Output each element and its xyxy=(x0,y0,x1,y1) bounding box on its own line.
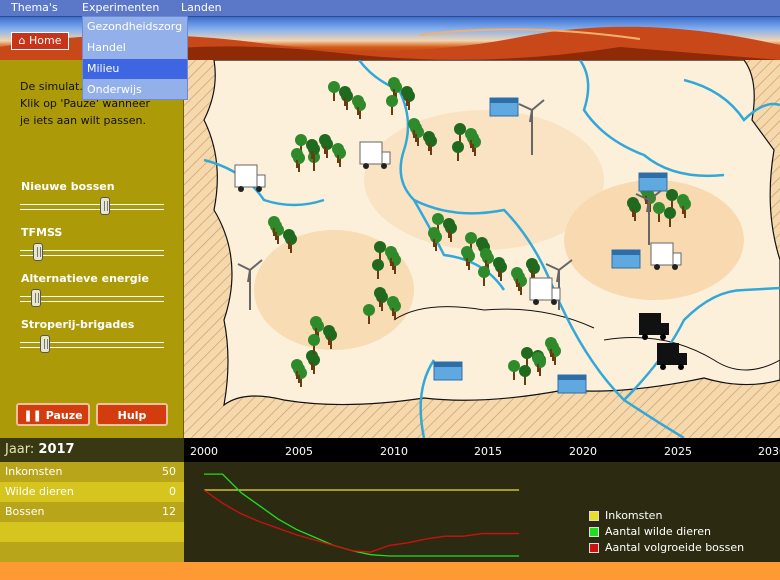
menu-bar: Thema's Experimenten Landen xyxy=(0,0,780,17)
slider-tfmss[interactable] xyxy=(20,243,164,261)
series-line xyxy=(204,473,520,557)
slider-alternatieve-energie[interactable] xyxy=(20,289,164,307)
stat-label: Bossen xyxy=(5,505,45,518)
building-icon xyxy=(611,249,641,269)
stat-value: 0 xyxy=(169,485,176,498)
footer-strip xyxy=(0,562,780,580)
slider-stroperij-brigades[interactable] xyxy=(20,335,164,353)
pause-button[interactable]: ❚❚ Pauze xyxy=(16,403,90,426)
pause-icon: ❚❚ xyxy=(23,409,42,422)
stats-panel: Jaar: 2017 Inkomsten 50 Wilde dieren 0 B… xyxy=(0,438,184,562)
building-icon xyxy=(489,97,519,117)
slider-label-nieuwe-bossen: Nieuwe bossen xyxy=(21,180,115,193)
legend-text: Inkomsten xyxy=(605,509,663,522)
home-label: Home xyxy=(29,34,62,47)
legend-swatch xyxy=(589,527,599,537)
home-button[interactable]: ⌂ Home xyxy=(11,32,69,50)
slider-nieuwe-bossen[interactable] xyxy=(20,197,164,215)
year-display: Jaar: 2017 xyxy=(0,438,184,462)
history-graph: Inkomsten Aantal wilde dieren Aantal vol… xyxy=(184,462,780,562)
stat-row-wilde-dieren: Wilde dieren 0 xyxy=(0,482,184,502)
slider-thumb[interactable] xyxy=(30,289,41,307)
stat-row-empty xyxy=(0,522,184,542)
help-button[interactable]: Hulp xyxy=(96,403,168,426)
timeline-tick: 2020 xyxy=(569,445,597,458)
slider-label-tfmss: TFMSS xyxy=(21,226,63,239)
dropdown-item-gezondheidszorg[interactable]: Gezondheidszorg xyxy=(83,17,187,37)
experimenten-dropdown: Gezondheidszorg Handel Milieu Onderwijs xyxy=(82,16,188,100)
menu-themas[interactable]: Thema's xyxy=(11,1,58,14)
legend-text: Aantal volgroeide bossen xyxy=(605,541,745,554)
building-icon xyxy=(638,172,668,192)
building-icon xyxy=(433,361,463,381)
menu-experimenten[interactable]: Experimenten xyxy=(82,1,159,14)
legend-swatch xyxy=(589,543,599,553)
timeline-tick: 2030 xyxy=(758,445,780,458)
building-icon xyxy=(557,374,587,394)
timeline-tick: 2000 xyxy=(190,445,218,458)
slider-thumb[interactable] xyxy=(33,243,44,261)
environment-map xyxy=(184,60,780,438)
slider-thumb[interactable] xyxy=(40,335,51,353)
timeline-tick: 2005 xyxy=(285,445,313,458)
control-panel: De simulat... Klik op 'Pauze' wanneer je… xyxy=(0,60,184,438)
stat-row-empty xyxy=(0,542,184,562)
slider-label-alternatieve-energie: Alternatieve energie xyxy=(21,272,149,285)
stat-row-bossen: Bossen 12 xyxy=(0,502,184,522)
slider-label-stroperij-brigades: Stroperij-brigades xyxy=(21,318,135,331)
intro-line: je iets aan wilt passen. xyxy=(20,114,146,127)
legend-text: Aantal wilde dieren xyxy=(605,525,712,538)
house-icon: ⌂ xyxy=(18,34,26,47)
stat-value: 12 xyxy=(162,505,176,518)
timeline-tick: 2015 xyxy=(474,445,502,458)
menu-landen[interactable]: Landen xyxy=(181,1,222,14)
help-label: Hulp xyxy=(117,409,147,422)
stat-label: Inkomsten xyxy=(5,465,63,478)
year-value: 2017 xyxy=(38,442,75,457)
stat-row-inkomsten: Inkomsten 50 xyxy=(0,462,184,482)
dropdown-item-handel[interactable]: Handel xyxy=(83,38,187,58)
legend-swatch xyxy=(589,511,599,521)
slider-thumb[interactable] xyxy=(100,197,111,215)
timeline-axis: 2000 2005 2010 2015 2020 2025 2030 xyxy=(184,438,780,462)
pause-label: Pauze xyxy=(45,409,83,422)
timeline-tick: 2025 xyxy=(664,445,692,458)
timeline-tick: 2010 xyxy=(380,445,408,458)
stat-value: 50 xyxy=(162,465,176,478)
dropdown-item-onderwijs[interactable]: Onderwijs xyxy=(83,80,187,100)
stat-label: Wilde dieren xyxy=(5,485,74,498)
year-label: Jaar: xyxy=(5,442,35,457)
dropdown-item-milieu[interactable]: Milieu xyxy=(83,59,187,79)
